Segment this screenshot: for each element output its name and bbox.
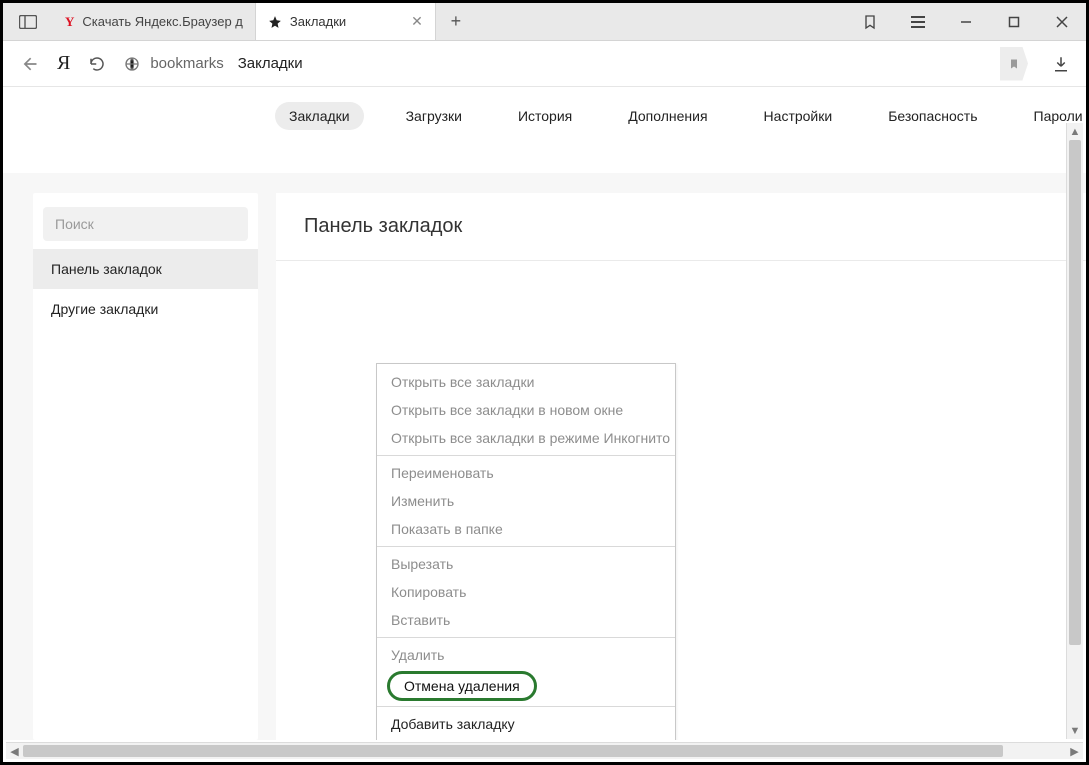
bookmarks-main: Панель закладок Открыть все закладки Отк…	[276, 193, 1086, 740]
address-bar[interactable]: bookmarks Закладки	[124, 55, 982, 72]
address-label: Закладки	[238, 55, 303, 72]
window-minimize-button[interactable]	[942, 3, 990, 40]
vertical-scrollbar[interactable]: ▲ ▼	[1066, 123, 1083, 739]
settings-nav: Закладки Загрузки История Дополнения Нас…	[3, 91, 1086, 141]
ctx-show-in-folder[interactable]: Показать в папке	[377, 515, 675, 543]
window-maximize-button[interactable]	[990, 3, 1038, 40]
search-input[interactable]: Поиск	[43, 207, 248, 241]
star-icon	[268, 15, 282, 29]
nav-security[interactable]: Безопасность	[874, 102, 991, 130]
ctx-separator	[377, 637, 675, 638]
back-button[interactable]	[19, 54, 39, 74]
ctx-undo-delete[interactable]: Отмена удаления	[387, 671, 537, 701]
search-placeholder: Поиск	[55, 216, 94, 232]
ctx-add-folder[interactable]: Добавить папку	[377, 738, 675, 740]
tab-bar: Y Скачать Яндекс.Браузер д Закладки ✕ +	[3, 3, 1086, 41]
tab-yandex-download[interactable]: Y Скачать Яндекс.Браузер д	[53, 3, 256, 40]
ctx-copy[interactable]: Копировать	[377, 578, 675, 606]
ctx-open-all-incognito[interactable]: Открыть все закладки в режиме Инкогнито	[377, 424, 675, 452]
address-path: bookmarks	[150, 55, 223, 72]
scroll-thumb[interactable]	[23, 745, 1003, 757]
window-close-button[interactable]	[1038, 3, 1086, 40]
nav-downloads[interactable]: Загрузки	[392, 102, 476, 130]
ctx-separator	[377, 546, 675, 547]
tab-title: Закладки	[290, 14, 346, 29]
toolbar: Я bookmarks Закладки	[3, 41, 1086, 87]
ctx-open-all-new-window[interactable]: Открыть все закладки в новом окне	[377, 396, 675, 424]
sidebar-item-bookmarks-bar[interactable]: Панель закладок	[33, 249, 258, 289]
ctx-open-all[interactable]: Открыть все закладки	[377, 368, 675, 396]
nav-addons[interactable]: Дополнения	[614, 102, 721, 130]
bookmarks-sidebar: Поиск Панель закладок Другие закладки	[33, 193, 258, 740]
scroll-right-icon[interactable]: ▶	[1066, 745, 1083, 758]
scroll-left-icon[interactable]: ◀	[6, 745, 23, 758]
nav-settings[interactable]: Настройки	[750, 102, 847, 130]
bookmark-page-button[interactable]	[1000, 47, 1028, 81]
scroll-thumb[interactable]	[1069, 140, 1081, 645]
tab-bookmarks[interactable]: Закладки ✕	[256, 3, 436, 40]
nav-history[interactable]: История	[504, 102, 586, 130]
bookmarks-menu-button[interactable]	[846, 3, 894, 40]
nav-passwords[interactable]: Пароли и карты	[1020, 102, 1089, 130]
menu-button[interactable]	[894, 3, 942, 40]
ctx-add-bookmark[interactable]: Добавить закладку	[377, 710, 675, 738]
horizontal-scrollbar[interactable]: ◀ ▶	[6, 742, 1083, 759]
page-title: Панель закладок	[276, 193, 1086, 260]
ctx-delete[interactable]: Удалить	[377, 641, 675, 669]
ctx-separator	[377, 455, 675, 456]
context-menu: Открыть все закладки Открыть все закладк…	[376, 363, 676, 740]
separator	[276, 260, 1086, 261]
yandex-icon: Y	[65, 14, 74, 30]
sidebar-item-other-bookmarks[interactable]: Другие закладки	[33, 289, 258, 329]
bookmarks-page: Поиск Панель закладок Другие закладки Па…	[3, 173, 1086, 740]
ctx-edit[interactable]: Изменить	[377, 487, 675, 515]
browser-window: Y Скачать Яндекс.Браузер д Закладки ✕ +	[0, 0, 1089, 765]
sidebar-toggle-button[interactable]	[3, 3, 53, 40]
downloads-button[interactable]	[1052, 55, 1070, 73]
scroll-down-icon[interactable]: ▼	[1067, 722, 1083, 739]
site-info-icon[interactable]	[124, 56, 140, 72]
nav-bookmarks[interactable]: Закладки	[275, 102, 364, 130]
close-icon[interactable]: ✕	[411, 13, 423, 30]
ctx-cut[interactable]: Вырезать	[377, 550, 675, 578]
tab-title: Скачать Яндекс.Браузер д	[82, 14, 243, 29]
new-tab-button[interactable]: +	[436, 3, 476, 40]
ctx-separator	[377, 706, 675, 707]
ctx-paste[interactable]: Вставить	[377, 606, 675, 634]
yandex-home-button[interactable]: Я	[57, 52, 70, 75]
reload-button[interactable]	[88, 55, 106, 73]
ctx-rename[interactable]: Переименовать	[377, 459, 675, 487]
